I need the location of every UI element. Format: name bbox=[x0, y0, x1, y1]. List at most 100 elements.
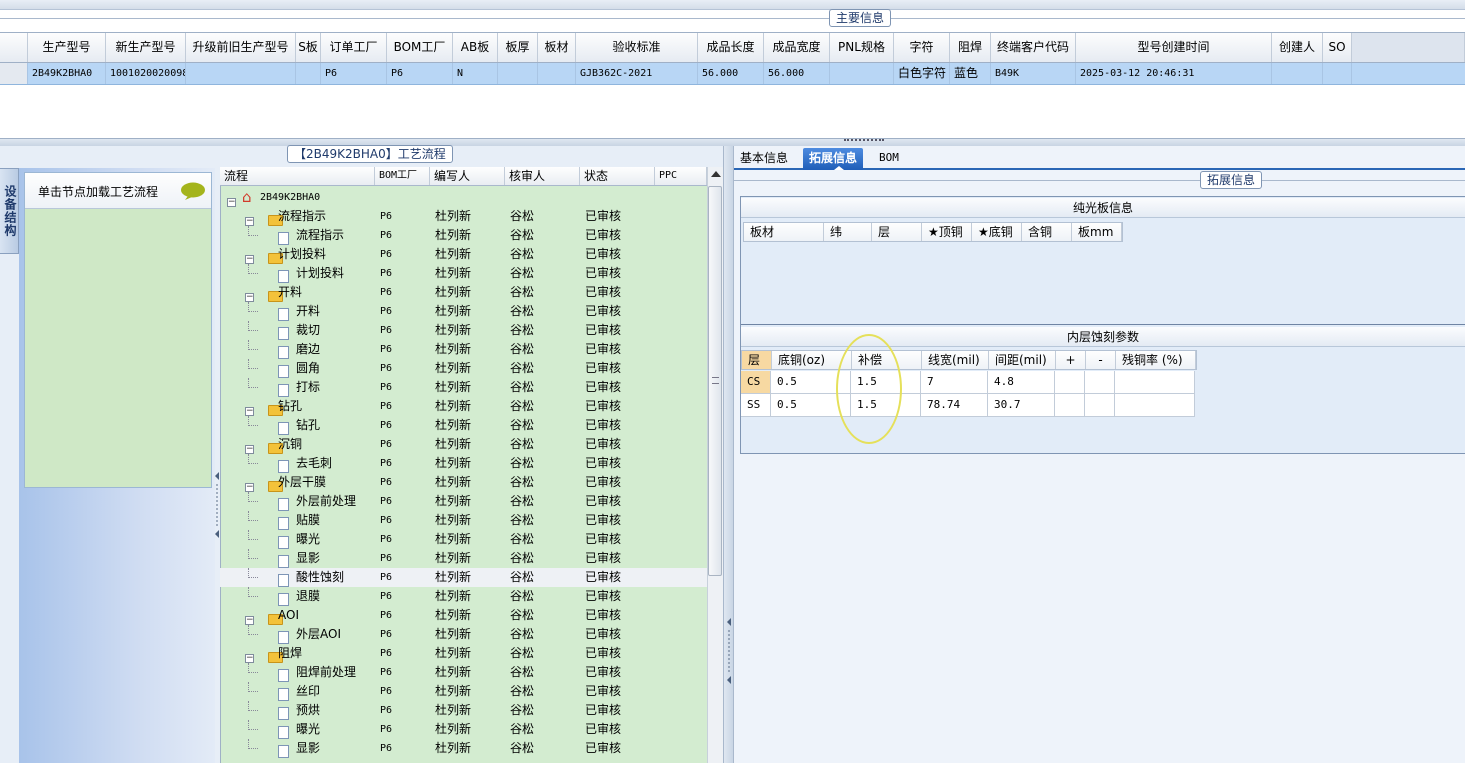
tree-node-label[interactable]: 阻焊前处理 bbox=[296, 663, 356, 682]
expand-toggle-icon[interactable]: − bbox=[245, 616, 254, 625]
main-cell[interactable]: 蓝色 bbox=[950, 63, 991, 84]
main-cell[interactable]: 2025-03-12 20:46:31 bbox=[1076, 63, 1272, 84]
tree-row[interactable]: 显影 P6 杜列新 谷松 已审核 bbox=[220, 549, 707, 568]
tree-row[interactable]: 外层前处理 P6 杜列新 谷松 已审核 bbox=[220, 492, 707, 511]
scroll-up-icon[interactable] bbox=[711, 171, 721, 177]
tree-node-label[interactable]: 酸性蚀刻 bbox=[296, 568, 344, 587]
expand-toggle-icon[interactable]: − bbox=[245, 217, 254, 226]
tree-node-label[interactable]: 钻孔 bbox=[278, 397, 302, 416]
expand-toggle-icon[interactable]: − bbox=[245, 654, 254, 663]
tree-node-label[interactable]: 开料 bbox=[296, 302, 320, 321]
expand-toggle-icon[interactable]: − bbox=[245, 445, 254, 454]
tree-row[interactable]: 贴膜 P6 杜列新 谷松 已审核 bbox=[220, 511, 707, 530]
tree-node-label[interactable]: AOI bbox=[278, 606, 299, 625]
tree-node-label[interactable]: 外层干膜 bbox=[278, 473, 326, 492]
tree-node-label[interactable]: 显影 bbox=[296, 739, 320, 758]
main-cell[interactable] bbox=[830, 63, 894, 84]
tree-node-label[interactable]: 钻孔 bbox=[296, 416, 320, 435]
tree-row[interactable]: 外层AOI P6 杜列新 谷松 已审核 bbox=[220, 625, 707, 644]
tree-row[interactable]: 开料 P6 杜列新 谷松 已审核 bbox=[220, 302, 707, 321]
tree-row[interactable]: 丝印 P6 杜列新 谷松 已审核 bbox=[220, 682, 707, 701]
tree-node-label[interactable]: 打标 bbox=[296, 378, 320, 397]
vertical-splitter[interactable] bbox=[723, 146, 734, 763]
tree-row[interactable]: 钻孔 P6 杜列新 谷松 已审核 bbox=[220, 416, 707, 435]
tree-node-label[interactable]: 圆角 bbox=[296, 359, 320, 378]
tree-node-label[interactable]: 丝印 bbox=[296, 682, 320, 701]
expand-toggle-icon[interactable]: − bbox=[245, 407, 254, 416]
main-cell[interactable] bbox=[498, 63, 538, 84]
main-info-row[interactable]: 2B49K2BHA0 10010200200980 P6 P6 N GJB362C-202… bbox=[0, 63, 1465, 85]
tree-row[interactable]: 磨边 P6 杜列新 谷松 已审核 bbox=[220, 340, 707, 359]
inner-etch-row[interactable]: SS 0.5 1.5 78.74 30.7 bbox=[741, 394, 1195, 417]
inner-etch-cell[interactable] bbox=[1085, 394, 1115, 416]
inner-etch-cell[interactable] bbox=[1115, 371, 1195, 393]
expand-toggle-icon[interactable]: − bbox=[227, 198, 236, 207]
tree-row[interactable]: 显影 P6 杜列新 谷松 已审核 bbox=[220, 739, 707, 758]
tree-node-label[interactable]: 贴膜 bbox=[296, 511, 320, 530]
inner-etch-cell[interactable] bbox=[1085, 371, 1115, 393]
scrollbar-thumb[interactable] bbox=[708, 186, 722, 576]
main-cell[interactable]: 56.000 bbox=[698, 63, 764, 84]
tree-row[interactable]: 退膜 P6 杜列新 谷松 已审核 bbox=[220, 587, 707, 606]
tree-node-label[interactable]: 去毛刺 bbox=[296, 454, 332, 473]
tree-row[interactable]: 酸性蚀刻 P6 杜列新 谷松 已审核 bbox=[220, 568, 707, 587]
main-cell[interactable]: GJB362C-2021 bbox=[576, 63, 698, 84]
inner-etch-cell[interactable]: 78.74 bbox=[921, 394, 988, 416]
tree-node-label[interactable]: 2B49K2BHA0 bbox=[260, 188, 320, 207]
main-cell[interactable] bbox=[1272, 63, 1323, 84]
tree-node-label[interactable]: 外层AOI bbox=[296, 625, 341, 644]
tree-row[interactable]: − ⌂ 2B49K2BHA0 bbox=[220, 188, 707, 207]
main-cell[interactable]: 56.000 bbox=[764, 63, 830, 84]
inner-etch-cell[interactable] bbox=[1115, 394, 1195, 416]
tree-node-label[interactable]: 计划投料 bbox=[278, 245, 326, 264]
tree-row[interactable]: − 钻孔 P6 杜列新 谷松 已审核 bbox=[220, 397, 707, 416]
tree-node-label[interactable]: 流程指示 bbox=[278, 207, 326, 226]
tree-node-label[interactable]: 退膜 bbox=[296, 587, 320, 606]
main-cell[interactable]: P6 bbox=[387, 63, 453, 84]
tree-row[interactable]: 计划投料 P6 杜列新 谷松 已审核 bbox=[220, 264, 707, 283]
inner-etch-cell[interactable]: 7 bbox=[921, 371, 988, 393]
inner-etch-cell[interactable]: 4.8 bbox=[988, 371, 1055, 393]
tree-row[interactable]: − 流程指示 P6 杜列新 谷松 已审核 bbox=[220, 207, 707, 226]
tree-row[interactable]: − 开料 P6 杜列新 谷松 已审核 bbox=[220, 283, 707, 302]
tree-row[interactable]: 曝光 P6 杜列新 谷松 已审核 bbox=[220, 720, 707, 739]
tree-row[interactable]: − AOI P6 杜列新 谷松 已审核 bbox=[220, 606, 707, 625]
main-cell[interactable]: P6 bbox=[321, 63, 387, 84]
tree-row[interactable]: 打标 P6 杜列新 谷松 已审核 bbox=[220, 378, 707, 397]
tree-node-label[interactable]: 沉铜 bbox=[278, 435, 302, 454]
main-cell[interactable] bbox=[296, 63, 321, 84]
tab-bom[interactable]: BOM bbox=[873, 148, 905, 170]
tree-row[interactable]: 阻焊前处理 P6 杜列新 谷松 已审核 bbox=[220, 663, 707, 682]
tree-row[interactable]: 流程指示 P6 杜列新 谷松 已审核 bbox=[220, 226, 707, 245]
inner-etch-row[interactable]: CS 0.5 1.5 7 4.8 bbox=[741, 371, 1195, 394]
tree-node-label[interactable]: 开料 bbox=[278, 283, 302, 302]
main-cell[interactable]: 白色字符 bbox=[894, 63, 950, 84]
main-cell[interactable]: N bbox=[453, 63, 498, 84]
tab-ext-info[interactable]: 拓展信息 bbox=[803, 148, 864, 170]
tree-node-label[interactable]: 裁切 bbox=[296, 321, 320, 340]
inner-etch-cell[interactable]: 30.7 bbox=[988, 394, 1055, 416]
main-cell[interactable]: B49K bbox=[991, 63, 1076, 84]
tree-node-label[interactable]: 曝光 bbox=[296, 720, 320, 739]
tree-node-label[interactable]: 流程指示 bbox=[296, 226, 344, 245]
inner-etch-cell[interactable]: CS bbox=[741, 371, 771, 393]
horizontal-splitter[interactable] bbox=[0, 138, 1465, 146]
expand-toggle-icon[interactable]: − bbox=[245, 293, 254, 302]
tab-basic-info[interactable]: 基本信息 bbox=[734, 148, 794, 170]
vertical-tab-equipment-structure[interactable]: 设备结构 bbox=[0, 168, 19, 254]
inner-etch-cell[interactable] bbox=[1055, 394, 1085, 416]
tree-node-label[interactable]: 显影 bbox=[296, 549, 320, 568]
tree-node-label[interactable]: 磨边 bbox=[296, 340, 320, 359]
tree-node-label[interactable]: 计划投料 bbox=[296, 264, 344, 283]
inner-etch-cell[interactable] bbox=[1055, 371, 1085, 393]
expand-toggle-icon[interactable]: − bbox=[245, 255, 254, 264]
tree-row[interactable]: − 沉铜 P6 杜列新 谷松 已审核 bbox=[220, 435, 707, 454]
expand-toggle-icon[interactable]: − bbox=[245, 483, 254, 492]
tree-row[interactable]: 去毛刺 P6 杜列新 谷松 已审核 bbox=[220, 454, 707, 473]
tree-row[interactable]: − 阻焊 P6 杜列新 谷松 已审核 bbox=[220, 644, 707, 663]
main-cell[interactable] bbox=[1323, 63, 1352, 84]
main-cell[interactable]: 10010200200980 bbox=[106, 63, 186, 84]
tree-row[interactable]: − 计划投料 P6 杜列新 谷松 已审核 bbox=[220, 245, 707, 264]
inner-etch-cell[interactable]: SS bbox=[741, 394, 771, 416]
main-cell[interactable] bbox=[538, 63, 576, 84]
